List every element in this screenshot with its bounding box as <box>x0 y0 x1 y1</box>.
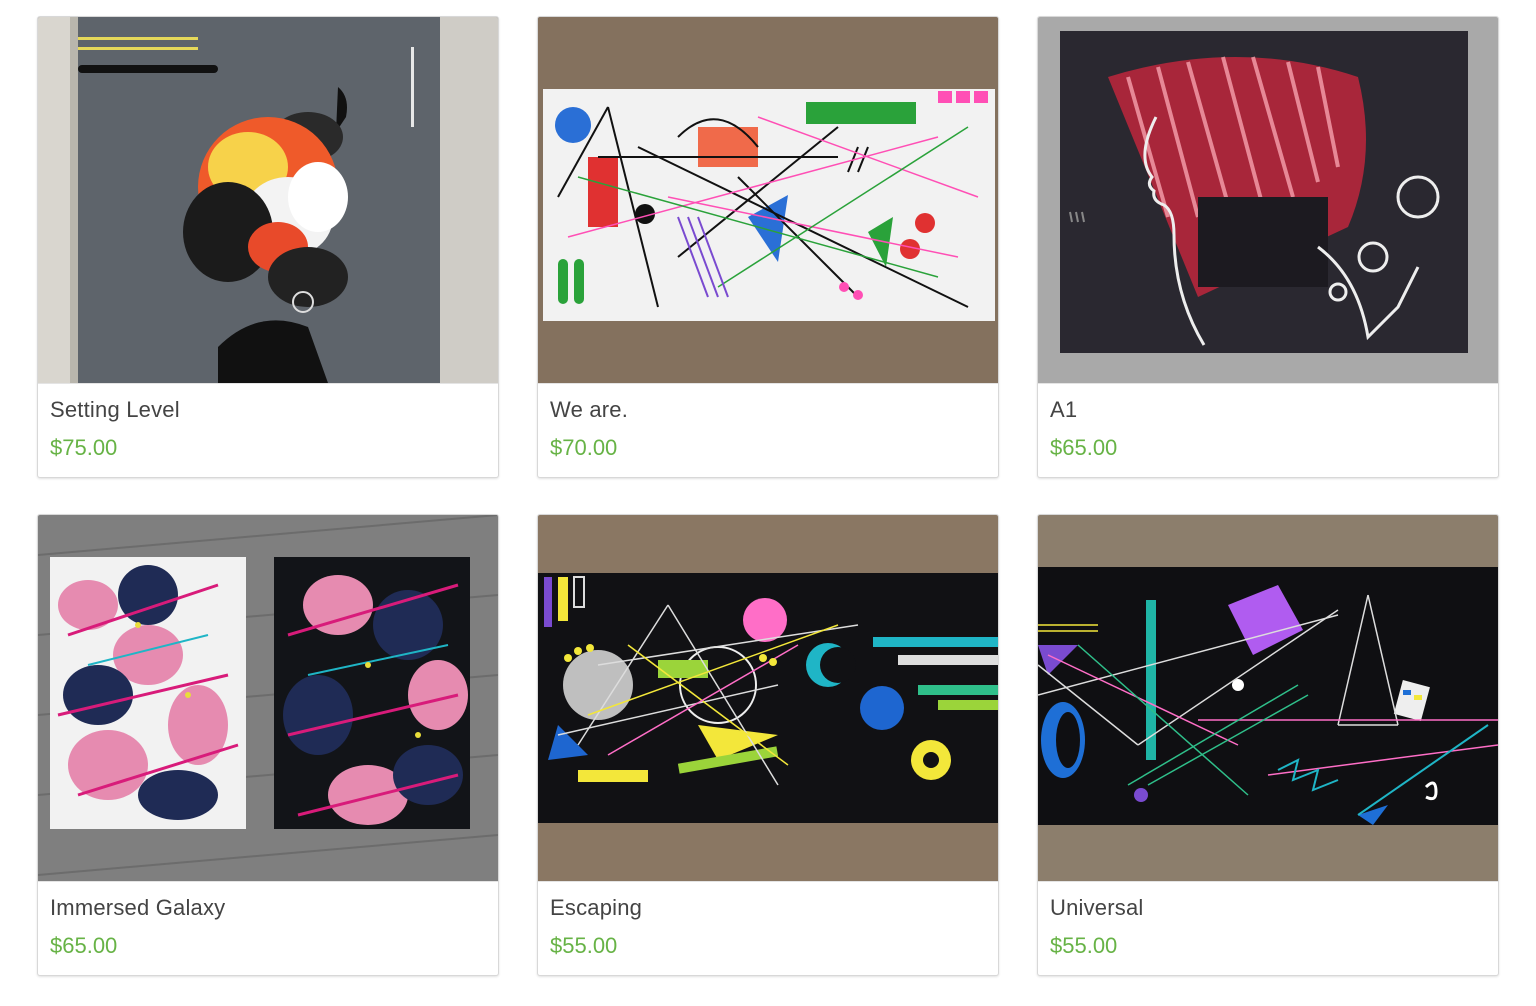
listing-image[interactable] <box>38 515 498 882</box>
listing-title[interactable]: Universal <box>1050 894 1486 922</box>
listing-image[interactable] <box>1038 515 1498 882</box>
listing-card[interactable]: Immersed Galaxy $65.00 <box>37 514 499 976</box>
listing-title[interactable]: Escaping <box>550 894 986 922</box>
listing-image[interactable] <box>38 17 498 384</box>
listing-title[interactable]: Setting Level <box>50 396 486 424</box>
listing-image[interactable] <box>538 515 998 882</box>
listing-info: Setting Level $75.00 <box>38 384 498 462</box>
listing-info: We are. $70.00 <box>538 384 998 462</box>
listing-card[interactable]: A1 $65.00 <box>1037 16 1499 478</box>
listing-price: $75.00 <box>50 435 118 460</box>
listing-info: Escaping $55.00 <box>538 882 998 960</box>
listing-price: $55.00 <box>550 933 618 958</box>
listing-price: $55.00 <box>1050 933 1118 958</box>
listing-card[interactable]: Setting Level $75.00 <box>37 16 499 478</box>
listing-title[interactable]: A1 <box>1050 396 1486 424</box>
listing-price: $70.00 <box>550 435 618 460</box>
listing-info: A1 $65.00 <box>1038 384 1498 462</box>
listing-image[interactable] <box>538 17 998 384</box>
listing-price: $65.00 <box>1050 435 1118 460</box>
listing-title[interactable]: We are. <box>550 396 986 424</box>
listing-title[interactable]: Immersed Galaxy <box>50 894 486 922</box>
listing-info: Universal $55.00 <box>1038 882 1498 960</box>
listing-card[interactable]: Universal $55.00 <box>1037 514 1499 976</box>
listing-info: Immersed Galaxy $65.00 <box>38 882 498 960</box>
listing-price: $65.00 <box>50 933 118 958</box>
listing-card[interactable]: We are. $70.00 <box>537 16 999 478</box>
listing-grid: Setting Level $75.00 We are. $70.00 A1 $… <box>37 16 1499 976</box>
listing-card[interactable]: Escaping $55.00 <box>537 514 999 976</box>
listing-image[interactable] <box>1038 17 1498 384</box>
